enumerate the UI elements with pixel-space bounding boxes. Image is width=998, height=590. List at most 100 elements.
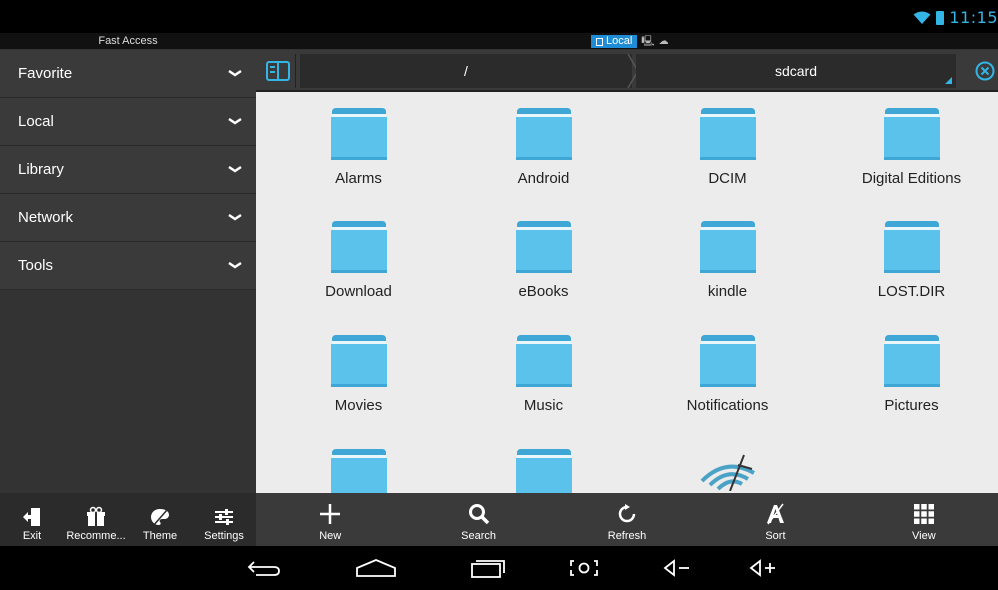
- folder-icon: [266, 106, 451, 162]
- search-label: Search: [461, 530, 497, 542]
- folder-item[interactable]: LOST.DIR: [819, 219, 998, 300]
- fast-access-sidebar: Favorite Local Library Network Tools: [0, 50, 256, 493]
- folder-label: Pictures: [884, 397, 939, 414]
- folder-item[interactable]: [266, 447, 451, 493]
- sidebar-item-network[interactable]: Network: [0, 194, 256, 242]
- search-icon: [468, 504, 489, 525]
- folder-label: Download: [325, 283, 392, 300]
- chevron-down-icon: [228, 117, 242, 125]
- folder-icon: [266, 219, 451, 275]
- folder-label: kindle: [707, 283, 748, 300]
- new-label: New: [319, 530, 342, 542]
- close-circle-icon[interactable]: [975, 61, 995, 81]
- sidebar-item-label: Local: [18, 113, 54, 130]
- folder-item[interactable]: Alarms: [266, 106, 451, 187]
- sliders-icon: [215, 509, 233, 525]
- chevron-down-icon: [228, 69, 242, 77]
- status-bar: 11:15: [0, 0, 998, 33]
- recommend-button[interactable]: Recomme...: [64, 493, 128, 546]
- sidebar-empty-area: [0, 290, 256, 493]
- path-segment-current[interactable]: sdcard: [636, 54, 956, 88]
- folder-item[interactable]: [451, 447, 636, 493]
- sidebar-item-library[interactable]: Library: [0, 146, 256, 194]
- folder-icon: [635, 219, 820, 275]
- chevron-down-icon: [228, 213, 242, 221]
- search-button[interactable]: Search: [404, 493, 552, 546]
- screenshot-button[interactable]: [566, 554, 602, 582]
- chevron-down-icon: [228, 261, 242, 269]
- folder-label: LOST.DIR: [877, 283, 946, 300]
- path-bar: / sdcard: [256, 50, 998, 92]
- home-button[interactable]: [354, 554, 398, 582]
- folder-icon: [266, 447, 451, 493]
- tab-local[interactable]: Local: [591, 35, 638, 48]
- folder-item[interactable]: Music: [451, 333, 636, 414]
- path-current-label: sdcard: [774, 63, 818, 79]
- sort-label: Sort: [765, 530, 786, 542]
- folder-item[interactable]: DCIM: [635, 106, 820, 187]
- folder-item[interactable]: eBooks: [451, 219, 636, 300]
- grid-view-icon: [913, 504, 934, 524]
- folder-icon: [635, 106, 820, 162]
- tab-cloud-icon[interactable]: ☁: [659, 35, 669, 48]
- dropdown-corner-icon: [945, 77, 952, 84]
- sort-button[interactable]: Sort: [701, 493, 849, 546]
- folder-label: DCIM: [708, 170, 747, 187]
- wifi-icon: [913, 11, 931, 24]
- folder-icon: [635, 333, 820, 389]
- exit-label: Exit: [22, 530, 42, 542]
- sort-icon: [767, 503, 785, 525]
- theme-button[interactable]: Theme: [128, 493, 192, 546]
- main-toolbar: New Search Refresh Sort View: [256, 493, 998, 546]
- folder-icon: [819, 333, 998, 389]
- settings-button[interactable]: Settings: [192, 493, 256, 546]
- plus-icon: [320, 504, 341, 524]
- folder-item[interactable]: Digital Editions: [819, 106, 998, 187]
- file-browser-content: Alarms Android DCIM Digital Editions Downloa…: [256, 92, 998, 493]
- sidebar-item-favorite[interactable]: Favorite: [0, 50, 256, 98]
- wifi-transfer-item[interactable]: [635, 451, 820, 493]
- path-segment-root[interactable]: /: [300, 54, 632, 88]
- recent-apps-button[interactable]: [468, 554, 508, 582]
- view-button[interactable]: View: [850, 493, 998, 546]
- folder-item[interactable]: Notifications: [635, 333, 820, 414]
- new-button[interactable]: New: [256, 493, 404, 546]
- sidebar-item-local[interactable]: Local: [0, 98, 256, 146]
- folder-label: Music: [523, 397, 564, 414]
- folder-label: Notifications: [686, 397, 769, 414]
- folder-icon: [819, 219, 998, 275]
- view-label: View: [912, 530, 936, 542]
- volume-up-button[interactable]: [746, 554, 780, 582]
- theme-label: Theme: [142, 530, 178, 542]
- exit-button[interactable]: Exit: [0, 493, 64, 546]
- folder-label: eBooks: [518, 283, 569, 300]
- system-navigation-bar: [0, 546, 998, 590]
- storage-toggle-button[interactable]: [260, 54, 296, 88]
- refresh-button[interactable]: Refresh: [553, 493, 701, 546]
- back-button[interactable]: [244, 554, 284, 582]
- sidebar-item-label: Library: [18, 161, 64, 178]
- sidebar-item-tools[interactable]: Tools: [0, 242, 256, 290]
- folder-item[interactable]: Android: [451, 106, 636, 187]
- folder-item[interactable]: Pictures: [819, 333, 998, 414]
- sidebar-item-label: Favorite: [18, 65, 73, 82]
- sidebar-toolbar: Exit Recomme... Theme Settings: [0, 493, 256, 546]
- window-subheader: Fast Access Local 🖳 ☁: [0, 33, 998, 50]
- tab-local-label: Local: [606, 35, 633, 47]
- folder-item[interactable]: Movies: [266, 333, 451, 414]
- chevron-down-icon: [228, 165, 242, 173]
- folder-item[interactable]: Download: [266, 219, 451, 300]
- storage-toggle-icon: [265, 61, 290, 81]
- battery-icon: [936, 10, 945, 25]
- volume-up-icon: [749, 559, 775, 577]
- tab-computer-icon[interactable]: 🖳: [641, 35, 654, 48]
- folder-icon: [266, 333, 451, 389]
- recommend-label: Recomme...: [66, 530, 126, 542]
- window-tabs: Local 🖳 ☁: [591, 35, 669, 48]
- sidebar-item-label: Tools: [18, 257, 54, 274]
- folder-item[interactable]: kindle: [635, 219, 820, 300]
- exit-icon: [23, 508, 40, 526]
- volume-down-button[interactable]: [660, 554, 694, 582]
- device-icon: [596, 37, 603, 46]
- refresh-icon: [618, 504, 636, 523]
